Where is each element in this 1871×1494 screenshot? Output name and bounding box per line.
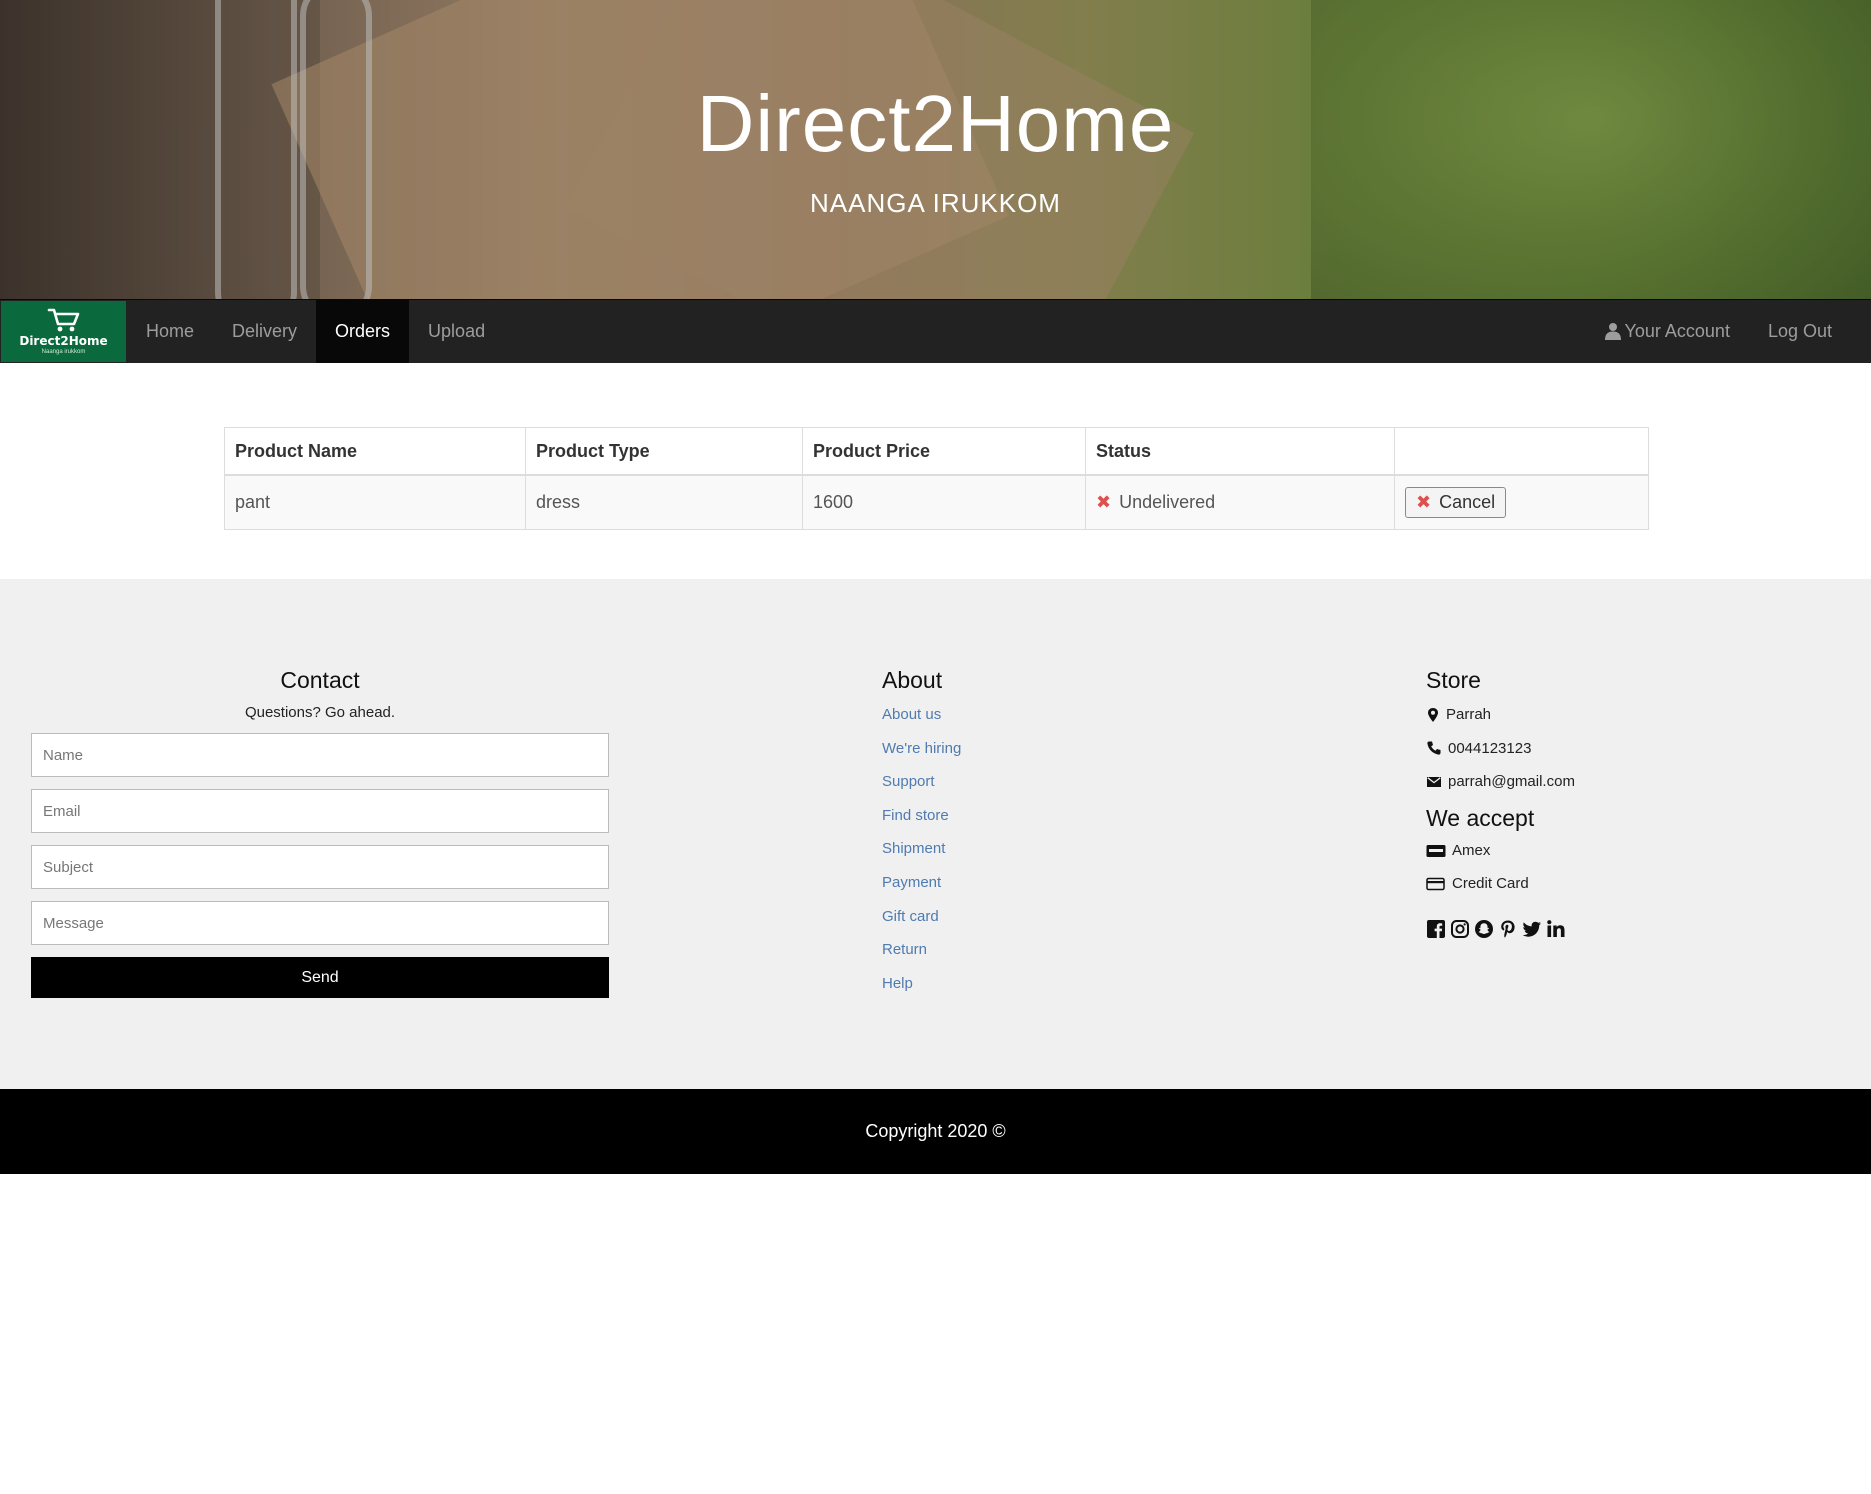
- payment-amex: Amex: [1426, 834, 1726, 868]
- remove-icon: ✖: [1416, 492, 1432, 513]
- map-marker-icon: [1428, 707, 1438, 722]
- about-link-find-store[interactable]: Find store: [882, 799, 1182, 833]
- cell-status: ✖ Undelivered: [1085, 474, 1395, 530]
- nav-item-log-out[interactable]: Log Out: [1749, 300, 1851, 363]
- cell-product-price: 1600: [802, 474, 1086, 530]
- about-link-about-us[interactable]: About us: [882, 698, 1182, 732]
- cell-product-name: pant: [224, 474, 526, 530]
- cell-product-type: dress: [525, 474, 803, 530]
- brand-logo[interactable]: Direct2Home Naanga irukkom: [1, 301, 126, 362]
- footer: Contact Questions? Go ahead. Send About …: [0, 579, 1871, 1089]
- copyright-text: Copyright 2020 ©: [865, 1121, 1006, 1141]
- instagram-icon[interactable]: [1450, 919, 1470, 939]
- column-header-actions: [1394, 427, 1649, 476]
- user-icon: [1604, 323, 1621, 340]
- cancel-order-button[interactable]: ✖ Cancel: [1405, 487, 1507, 518]
- send-button[interactable]: Send: [31, 957, 609, 998]
- about-link-return[interactable]: Return: [882, 933, 1182, 967]
- nav-item-orders[interactable]: Orders: [316, 300, 410, 363]
- store-email: parrah@gmail.com: [1426, 765, 1726, 799]
- envelope-icon: [1427, 776, 1441, 787]
- payment-credit-card: Credit Card: [1426, 867, 1726, 901]
- column-header-product-name: Product Name: [224, 427, 526, 476]
- linkedin-icon[interactable]: [1546, 919, 1566, 939]
- store-title: Store: [1426, 667, 1481, 693]
- nav-right-menu: Your Account Log Out: [1585, 300, 1851, 363]
- snapchat-icon[interactable]: [1474, 919, 1494, 939]
- email-field[interactable]: [31, 789, 609, 833]
- contact-title: Contact: [280, 667, 360, 693]
- table-header-row: Product Name Product Type Product Price …: [224, 427, 1649, 476]
- table-row: pant dress 1600 ✖ Undelivered ✖ Cancel: [224, 474, 1649, 530]
- remove-icon: ✖: [1096, 492, 1112, 513]
- main-navbar: Direct2Home Naanga irukkom Home Delivery…: [0, 299, 1871, 363]
- nav-item-your-account[interactable]: Your Account: [1585, 300, 1749, 363]
- cell-action: ✖ Cancel: [1394, 474, 1649, 530]
- store-phone-label: 0044123123: [1448, 739, 1532, 757]
- contact-subtitle: Questions? Go ahead.: [244, 704, 396, 721]
- amex-card-icon: [1426, 844, 1446, 857]
- facebook-icon[interactable]: [1426, 919, 1446, 939]
- orders-table: Product Name Product Type Product Price …: [224, 427, 1649, 530]
- copyright-bar: Copyright 2020 ©: [0, 1089, 1871, 1174]
- store-phone: 0044123123: [1426, 732, 1726, 766]
- nav-item-home[interactable]: Home: [127, 300, 213, 363]
- store-section: Store Parrah 0044123123 parrah@gmail.com…: [1426, 667, 1726, 939]
- pinterest-icon[interactable]: [1498, 919, 1518, 939]
- cancel-label: Cancel: [1439, 492, 1496, 512]
- nav-left-menu: Home Delivery Orders Upload: [127, 300, 504, 363]
- about-link-shipment[interactable]: Shipment: [882, 832, 1182, 866]
- store-location: Parrah: [1426, 698, 1726, 732]
- column-header-status: Status: [1085, 427, 1395, 476]
- about-link-help[interactable]: Help: [882, 967, 1182, 1001]
- column-header-product-price: Product Price: [802, 427, 1086, 476]
- column-header-product-type: Product Type: [525, 427, 803, 476]
- shopping-cart-icon: [47, 308, 79, 332]
- about-link-payment[interactable]: Payment: [882, 866, 1182, 900]
- nav-item-upload[interactable]: Upload: [409, 300, 504, 363]
- about-link-support[interactable]: Support: [882, 765, 1182, 799]
- hero-banner: Direct2Home NAANGA IRUKKOM: [0, 0, 1871, 299]
- contact-section: Contact Questions? Go ahead. Send: [31, 667, 609, 998]
- about-link-hiring[interactable]: We're hiring: [882, 732, 1182, 766]
- social-links: [1426, 919, 1726, 939]
- hero-title: Direct2Home: [696, 79, 1175, 168]
- about-title: About: [882, 667, 943, 693]
- nav-item-delivery[interactable]: Delivery: [213, 300, 316, 363]
- your-account-label: Your Account: [1624, 321, 1730, 341]
- store-email-label: parrah@gmail.com: [1448, 773, 1575, 791]
- subject-field[interactable]: [31, 845, 609, 889]
- hero-subtitle: NAANGA IRUKKOM: [810, 188, 1061, 218]
- we-accept-title: We accept: [1426, 804, 1535, 831]
- about-section: About About us We're hiring Support Find…: [882, 667, 1182, 1006]
- phone-icon: [1427, 741, 1441, 756]
- message-field[interactable]: [31, 901, 609, 945]
- brand-name: Direct2Home: [19, 334, 108, 348]
- brand-tagline: Naanga irukkom: [41, 349, 86, 355]
- twitter-icon[interactable]: [1522, 919, 1542, 939]
- name-field[interactable]: [31, 733, 609, 777]
- payment-credit-card-label: Credit Card: [1452, 875, 1529, 893]
- status-label: Undelivered: [1119, 492, 1216, 512]
- store-location-label: Parrah: [1446, 706, 1492, 723]
- payment-amex-label: Amex: [1452, 841, 1491, 859]
- orders-table-container: Product Name Product Type Product Price …: [224, 427, 1649, 530]
- about-link-gift-card[interactable]: Gift card: [882, 900, 1182, 934]
- credit-card-icon: [1426, 877, 1445, 891]
